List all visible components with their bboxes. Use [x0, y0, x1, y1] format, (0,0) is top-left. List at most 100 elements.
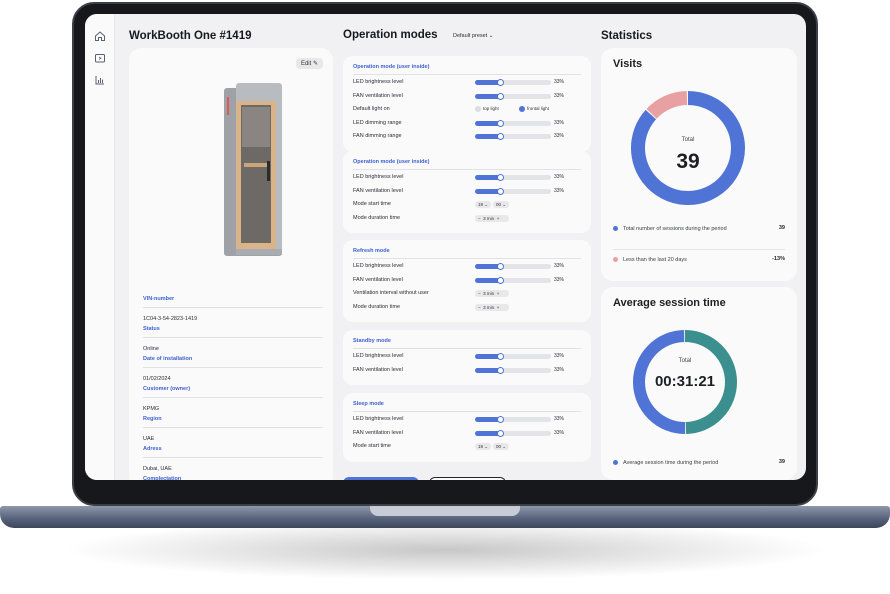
visits-donut-chart: [631, 91, 745, 205]
plus-icon[interactable]: +: [497, 305, 500, 310]
setting-value: 33%: [554, 429, 565, 436]
setting-label: Mode duration time: [353, 303, 401, 310]
setting-value: 33%: [554, 416, 565, 422]
setting-slider[interactable]: [475, 92, 551, 100]
minus-icon[interactable]: −: [478, 216, 481, 221]
visits-total-value: 39: [676, 150, 700, 173]
laptop-shadow: [60, 520, 830, 580]
legend-text: Total number of sessions during the peri…: [623, 226, 727, 232]
hour-value: 19: [478, 444, 484, 449]
mode-setting-row: FAN ventilation level 33%: [353, 187, 581, 196]
plus-icon[interactable]: +: [497, 216, 500, 221]
field-divider: [143, 457, 323, 458]
radio-option-top-light[interactable]: top light: [475, 106, 499, 112]
field-label: Customer (owner): [143, 386, 191, 392]
slider-handle[interactable]: [496, 119, 504, 127]
radio-option-frontal-light[interactable]: frontal light: [519, 106, 549, 112]
setting-label: FAN ventilation level: [353, 366, 403, 373]
mode-setting-row: Mode start time 19 ⌄ 00 ⌄: [353, 201, 581, 209]
mode-setting-row: Ventilation interval without user − 3 min…: [353, 290, 581, 298]
field-value: 1C04-3-54-2823-1419: [143, 316, 198, 322]
setting-slider[interactable]: [475, 276, 551, 284]
slider-handle[interactable]: [496, 366, 504, 374]
field-label: Adress: [143, 446, 162, 452]
radio-circle-selected: [519, 106, 525, 112]
legend-dot: [613, 460, 618, 465]
slider-handle[interactable]: [496, 79, 504, 86]
setting-slider[interactable]: [475, 133, 551, 140]
duration-stepper[interactable]: − 3 min +: [475, 290, 509, 297]
setting-label: Mode start time: [353, 443, 391, 449]
chart-icon[interactable]: [94, 74, 106, 86]
save-button[interactable]: [343, 477, 419, 480]
mode-card: Standby mode LED brightness level 33% FAN v…: [343, 330, 591, 385]
folder-icon[interactable]: [94, 52, 106, 64]
duration-stepper[interactable]: − 3 min +: [475, 303, 509, 311]
slider-handle[interactable]: [496, 133, 504, 140]
setting-label: LED brightness level: [353, 174, 404, 180]
edit-button[interactable]: Edit ✎: [295, 58, 323, 69]
mode-setting-row: LED dimming range 33%: [353, 119, 581, 128]
laptop-mockup: WorkBooth One #1419 Edit ✎ VIN-number 1C0…: [0, 0, 890, 594]
setting-slider[interactable]: [475, 174, 551, 181]
stepper-value: 3 min: [483, 215, 495, 221]
session-title: Average session time: [613, 297, 726, 309]
slider-handle[interactable]: [496, 92, 504, 100]
setting-slider[interactable]: [475, 366, 551, 374]
field-value: UAE: [143, 436, 155, 442]
plus-icon[interactable]: +: [497, 291, 500, 296]
mode-card: Sleep mode LED brightness level 33% FAN ven…: [343, 393, 591, 462]
setting-slider[interactable]: [475, 353, 551, 360]
minute-select[interactable]: 00 ⌄: [493, 443, 510, 450]
mode-setting-row: Default light on top light frontal light: [353, 106, 581, 114]
field-divider: [143, 307, 323, 308]
booth-field: Date of installation 01/02/2024: [143, 356, 323, 382]
mode-setting-row: Mode start time 19 ⌄ 00 ⌄: [353, 443, 581, 451]
minus-icon[interactable]: −: [478, 291, 481, 296]
mode-card: Operation mode (user inside) LED brightne…: [343, 56, 591, 152]
hour-value: 19: [478, 202, 484, 207]
mode-card-title: Refresh mode: [353, 248, 390, 254]
hour-select[interactable]: 19 ⌄: [475, 443, 492, 450]
preset-dropdown[interactable]: Default preset ⌄: [453, 33, 493, 39]
slider-handle[interactable]: [496, 174, 504, 181]
setting-label: FAN dimming range: [353, 133, 402, 139]
setting-slider[interactable]: [475, 79, 551, 86]
booth-title: WorkBooth One #1419: [129, 30, 252, 42]
setting-label: FAN ventilation level: [353, 92, 403, 99]
radio-label: top light: [483, 106, 499, 112]
setting-label: LED brightness level: [353, 353, 404, 359]
slider-handle[interactable]: [496, 187, 504, 195]
setting-slider[interactable]: [475, 263, 551, 270]
visits-card: Visits Total 39 Total number of sessions…: [601, 48, 797, 281]
field-divider: [143, 337, 323, 338]
preset-label: Default preset: [453, 33, 488, 39]
chevron-down-icon: ⌄: [488, 33, 494, 39]
slider-handle[interactable]: [496, 353, 504, 360]
field-divider: [143, 427, 323, 428]
slider-handle[interactable]: [496, 429, 504, 437]
slider-handle[interactable]: [496, 276, 504, 284]
stepper-value: 3 min: [483, 304, 495, 310]
setting-slider[interactable]: [475, 429, 551, 437]
home-icon[interactable]: [94, 30, 106, 42]
edit-label: Edit: [300, 61, 312, 67]
radio-label: frontal light: [527, 106, 550, 112]
minute-value: 00: [496, 444, 502, 449]
hour-select[interactable]: 19 ⌄: [475, 201, 492, 208]
slider-handle[interactable]: [496, 416, 504, 423]
mode-card-title: Standby mode: [353, 338, 391, 344]
mode-setting-row: FAN ventilation level 33%: [353, 92, 581, 101]
duration-stepper[interactable]: − 3 min +: [475, 214, 509, 222]
setting-value: 33%: [554, 119, 565, 126]
cancel-button[interactable]: [429, 477, 506, 480]
session-total-label: Total: [678, 358, 692, 364]
setting-slider[interactable]: [475, 416, 551, 423]
setting-value: 33%: [554, 79, 565, 85]
setting-slider[interactable]: [475, 119, 551, 127]
setting-slider[interactable]: [475, 187, 551, 195]
minute-select[interactable]: 00 ⌄: [493, 201, 510, 208]
slider-handle[interactable]: [496, 263, 504, 270]
minus-icon[interactable]: −: [478, 305, 481, 310]
field-label: VIN-number: [143, 296, 175, 302]
